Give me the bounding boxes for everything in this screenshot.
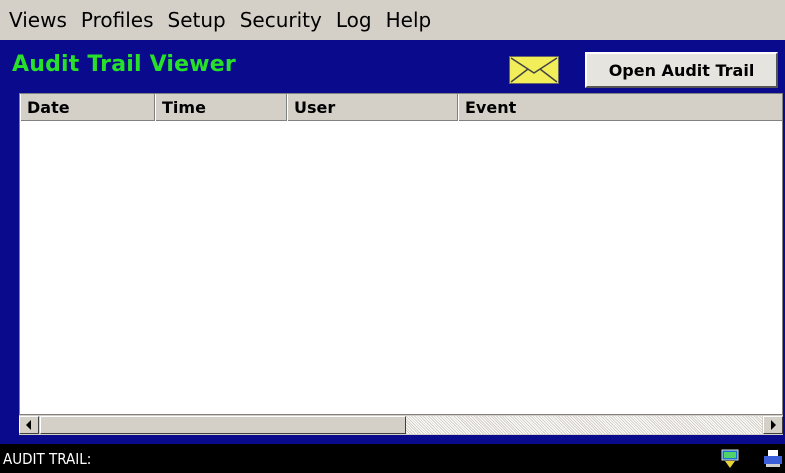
status-text: AUDIT TRAIL: — [3, 449, 92, 468]
menu-views[interactable]: Views — [0, 0, 74, 40]
open-audit-trail-button[interactable]: Open Audit Trail — [585, 52, 778, 88]
menu-help[interactable]: Help — [379, 0, 439, 40]
page-title: Audit Trail Viewer — [12, 52, 236, 77]
network-icon — [719, 449, 741, 473]
menu-profiles[interactable]: Profiles — [74, 0, 161, 40]
printer-icon — [762, 449, 784, 473]
column-header-time[interactable]: Time — [155, 94, 287, 121]
scroll-right-arrow-icon[interactable] — [763, 416, 783, 434]
status-bar: AUDIT TRAIL: — [0, 444, 785, 473]
menu-setup[interactable]: Setup — [161, 0, 233, 40]
table-header: Date Time User Event — [20, 94, 782, 121]
envelope-icon[interactable] — [509, 56, 559, 84]
scroll-left-arrow-icon[interactable] — [19, 416, 39, 434]
scrollbar-thumb[interactable] — [40, 416, 406, 434]
audit-trail-panel: Audit Trail Viewer Open Audit Trail Date… — [0, 40, 785, 473]
column-header-event[interactable]: Event — [458, 94, 782, 121]
menu-bar: Views Profiles Setup Security Log Help — [0, 0, 785, 40]
menu-log[interactable]: Log — [329, 0, 379, 40]
column-header-date[interactable]: Date — [20, 94, 155, 121]
horizontal-scrollbar[interactable] — [19, 414, 783, 435]
column-header-user[interactable]: User — [287, 94, 458, 121]
menu-security[interactable]: Security — [233, 0, 329, 40]
audit-table[interactable]: Date Time User Event — [19, 93, 783, 435]
